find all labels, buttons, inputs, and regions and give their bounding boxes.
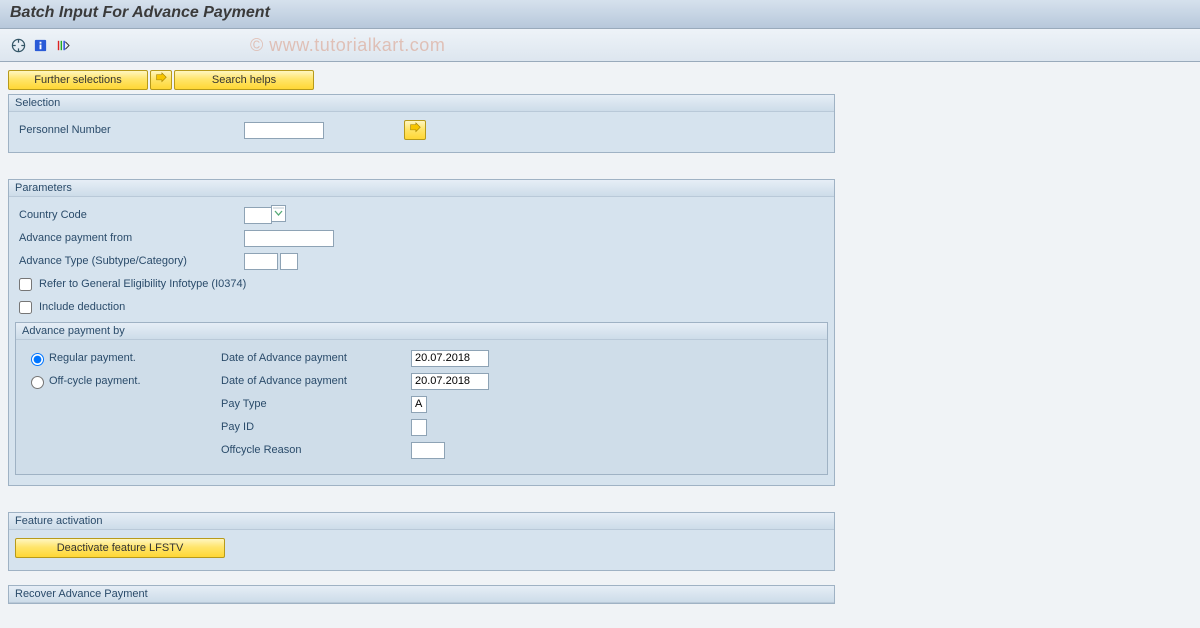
pay-type-label: Pay Type [221, 398, 267, 410]
app-toolbar [0, 29, 1200, 62]
further-selections-arrow-button[interactable] [150, 70, 172, 90]
refer-eligibility-label: Refer to General Eligibility Infotype (I… [39, 278, 246, 290]
country-code-label: Country Code [15, 209, 244, 221]
page-title: Batch Input For Advance Payment [10, 4, 270, 21]
deactivate-feature-label: Deactivate feature LFSTV [57, 542, 184, 554]
execute-icon[interactable] [10, 37, 26, 53]
advance-type-category-input[interactable] [280, 253, 298, 270]
offcycle-payment-label: Off-cycle payment. [49, 375, 141, 387]
arrow-right-icon [407, 122, 423, 138]
further-selections-button[interactable]: Further selections [8, 70, 148, 90]
advance-type-subtype-input[interactable] [244, 253, 278, 270]
info-icon[interactable] [32, 37, 48, 53]
arrow-right-icon [153, 72, 169, 88]
parameters-groupbox: Parameters Country Code Advance payment … [8, 179, 835, 486]
selection-group-title: Selection [9, 95, 834, 112]
advance-from-label: Advance payment from [15, 232, 244, 244]
search-helps-label: Search helps [212, 74, 276, 86]
advance-payment-by-subgroup: Advance payment by Regular payment. Date… [15, 322, 828, 475]
pay-id-label: Pay ID [221, 421, 254, 433]
advance-from-input[interactable] [244, 230, 334, 247]
date-regular-input[interactable] [411, 350, 489, 367]
deactivate-feature-button[interactable]: Deactivate feature LFSTV [15, 538, 225, 558]
feature-activation-title: Feature activation [9, 513, 834, 530]
multiple-selection-button[interactable] [404, 120, 426, 140]
pay-id-input[interactable] [411, 419, 427, 436]
search-helps-button[interactable]: Search helps [174, 70, 314, 90]
selection-groupbox: Selection Personnel Number [8, 94, 835, 153]
recover-groupbox: Recover Advance Payment [8, 585, 835, 604]
include-deduction-checkbox[interactable] [19, 301, 32, 314]
recover-group-title: Recover Advance Payment [9, 586, 834, 603]
content-area: Further selections Search helps Selectio… [0, 62, 1200, 626]
page-title-bar: Batch Input For Advance Payment [0, 0, 1200, 29]
regular-payment-radio[interactable] [31, 353, 44, 366]
regular-payment-label: Regular payment. [49, 352, 136, 364]
personnel-number-input[interactable] [244, 122, 324, 139]
offcycle-reason-input[interactable] [411, 442, 445, 459]
pay-type-input[interactable] [411, 396, 427, 413]
date-regular-label: Date of Advance payment [221, 352, 347, 364]
date-offcycle-label: Date of Advance payment [221, 375, 347, 387]
include-deduction-label: Include deduction [39, 301, 125, 313]
refer-eligibility-checkbox[interactable] [19, 278, 32, 291]
date-offcycle-input[interactable] [411, 373, 489, 390]
list-icon[interactable] [54, 37, 70, 53]
f4-help-icon[interactable] [271, 205, 286, 225]
parameters-group-title: Parameters [9, 180, 834, 197]
feature-activation-groupbox: Feature activation Deactivate feature LF… [8, 512, 835, 571]
top-button-row: Further selections Search helps [8, 70, 1192, 90]
offcycle-payment-radio[interactable] [31, 376, 44, 389]
further-selections-label: Further selections [34, 74, 121, 86]
advance-type-label: Advance Type (Subtype/Category) [15, 255, 244, 267]
personnel-number-label: Personnel Number [15, 124, 244, 136]
advance-payment-by-title: Advance payment by [16, 323, 827, 340]
offcycle-reason-label: Offcycle Reason [221, 444, 302, 456]
country-code-input[interactable] [244, 207, 272, 224]
